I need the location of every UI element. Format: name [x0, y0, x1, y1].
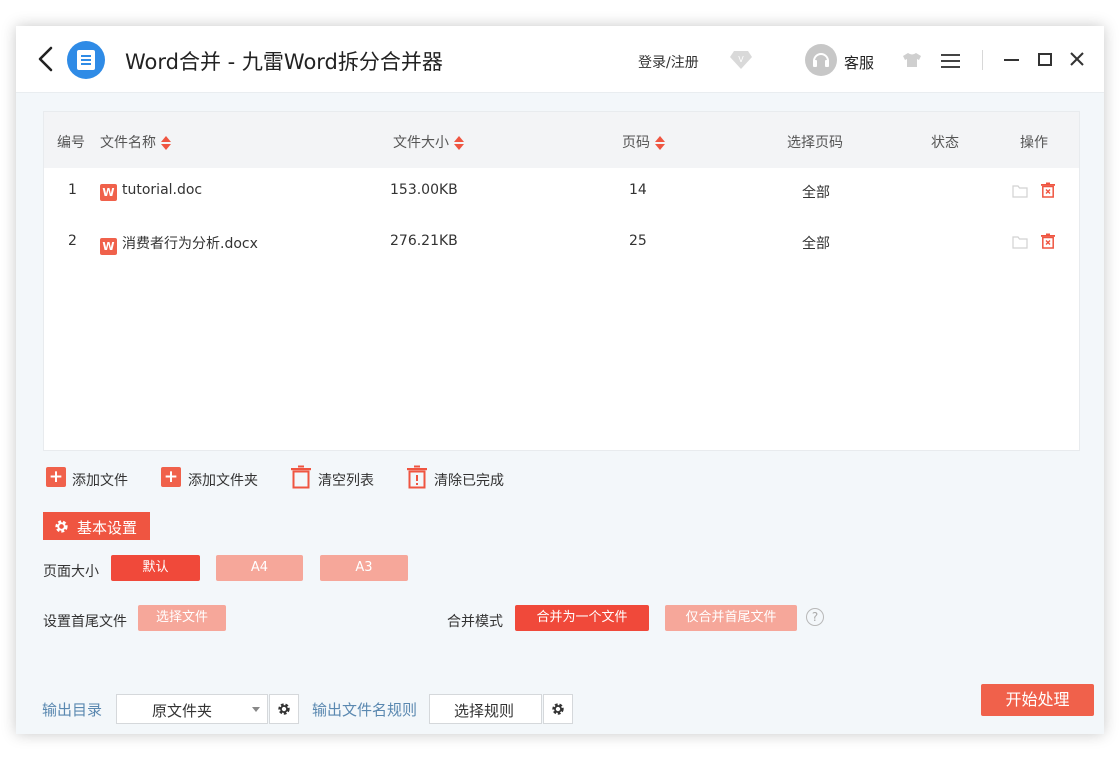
help-icon[interactable]: ? [806, 608, 824, 626]
add-file-label: 添加文件 [72, 473, 128, 489]
header-actions: 操作 [1020, 135, 1048, 151]
choose-rule-label: 选择规则 [454, 702, 515, 720]
title-bar: Word合并 - 九雷Word拆分合并器 登录/注册 V 客服 [16, 26, 1104, 93]
trash-icon [1041, 182, 1055, 198]
start-processing-button[interactable]: 开始处理 [981, 684, 1094, 716]
header-select-pages: 选择页码 [787, 135, 843, 151]
output-dir-value: 原文件夹 [152, 702, 213, 720]
delete-row-button[interactable] [1040, 182, 1056, 202]
delete-row-button[interactable] [1040, 233, 1056, 253]
clear-list-button[interactable]: 清空列表 [290, 465, 400, 491]
merge-head-tail-only-button[interactable]: 仅合并首尾文件 [665, 605, 797, 631]
choose-file-button[interactable]: 选择文件 [138, 605, 226, 631]
row-pages: 25 [629, 233, 647, 249]
gear-icon [55, 520, 68, 533]
menu-icon[interactable] [941, 53, 961, 69]
header-pages[interactable]: 页码 [622, 132, 666, 152]
row-select-pages[interactable]: 全部 [802, 233, 830, 253]
row-size: 276.21KB [390, 233, 458, 249]
header-size[interactable]: 文件大小 [393, 132, 465, 152]
clear-done-label: 清除已完成 [434, 473, 504, 489]
add-folder-label: 添加文件夹 [188, 473, 258, 489]
row-index: 1 [68, 182, 77, 198]
maximize-icon [1038, 53, 1052, 66]
merge-mode-label: 合并模式 [447, 614, 503, 630]
word-file-icon: W [100, 238, 117, 255]
file-table: 编号 文件名称 文件大小 页码 选择页码 状态 操作 1 Wtutorial.d… [43, 111, 1080, 451]
header-pages-label: 页码 [622, 135, 650, 151]
titlebar-divider [982, 50, 983, 70]
head-tail-file-label: 设置首尾文件 [43, 614, 127, 630]
plus-icon: + [161, 467, 181, 487]
maximize-button[interactable] [1034, 48, 1056, 70]
trash-icon [407, 465, 427, 489]
add-file-button[interactable]: + 添加文件 [46, 465, 146, 491]
table-header: 编号 文件名称 文件大小 页码 选择页码 状态 操作 [44, 112, 1079, 168]
app-logo-icon [67, 41, 105, 79]
basic-settings-label: 基本设置 [77, 519, 138, 537]
row-size: 153.00KB [390, 182, 458, 198]
folder-icon [1012, 236, 1028, 249]
close-button[interactable] [1066, 48, 1088, 70]
file-name: 消费者行为分析.docx [122, 236, 258, 252]
vip-diamond-icon[interactable]: V [729, 50, 753, 74]
name-rule-settings-button[interactable] [543, 694, 573, 724]
login-link[interactable]: 登录/注册 [638, 52, 699, 72]
output-name-rule-label: 输出文件名规则 [312, 701, 418, 719]
row-index: 2 [68, 233, 77, 249]
merge-into-one-button[interactable]: 合并为一个文件 [515, 605, 649, 631]
clear-done-button[interactable]: 清除已完成 [406, 465, 526, 491]
table-row[interactable]: 1 Wtutorial.doc 153.00KB 14 全部 [44, 168, 1079, 218]
gear-icon [552, 703, 564, 715]
trash-icon [1041, 233, 1055, 249]
output-dir-dropdown[interactable]: 原文件夹 [116, 694, 268, 724]
choose-rule-button[interactable]: 选择规则 [429, 694, 542, 724]
sort-icon[interactable] [160, 135, 172, 151]
page-size-a3-button[interactable]: A3 [320, 555, 408, 581]
word-file-icon: W [100, 184, 117, 201]
close-icon [1070, 52, 1084, 66]
table-row[interactable]: 2 W 消费者行为分析.docx 276.21KB 25 全部 [44, 219, 1079, 269]
header-name-label: 文件名称 [100, 135, 156, 151]
header-size-label: 文件大小 [393, 135, 449, 151]
row-name: Wtutorial.doc [100, 182, 202, 201]
sort-icon[interactable] [453, 135, 465, 151]
row-select-pages[interactable]: 全部 [802, 182, 830, 202]
page-size-a4-button[interactable]: A4 [216, 555, 303, 581]
service-avatar-icon[interactable] [805, 44, 837, 76]
output-dir-settings-button[interactable] [269, 694, 299, 724]
gear-icon [278, 703, 290, 715]
service-label[interactable]: 客服 [844, 52, 874, 73]
open-folder-button[interactable] [1012, 234, 1028, 253]
file-name: tutorial.doc [122, 182, 203, 198]
minimize-icon [1004, 59, 1019, 61]
page-size-label: 页面大小 [43, 564, 99, 580]
clear-list-label: 清空列表 [318, 473, 374, 489]
minimize-button[interactable] [1001, 48, 1023, 70]
window-title: Word合并 - 九雷Word拆分合并器 [125, 50, 443, 74]
folder-icon [1012, 185, 1028, 198]
sort-icon[interactable] [654, 135, 666, 151]
caret-down-icon [252, 707, 260, 712]
row-pages: 14 [629, 182, 647, 198]
header-status: 状态 [931, 135, 959, 151]
add-folder-button[interactable]: + 添加文件夹 [161, 465, 281, 491]
header-index: 编号 [57, 135, 85, 151]
trash-icon [291, 465, 311, 489]
back-button[interactable] [34, 42, 58, 76]
back-icon [38, 46, 53, 72]
plus-icon: + [46, 467, 66, 487]
page-size-default-button[interactable]: 默认 [111, 555, 200, 581]
basic-settings-tab[interactable]: 基本设置 [43, 512, 150, 540]
row-name: W 消费者行为分析.docx [100, 233, 258, 255]
svg-text:V: V [738, 55, 744, 64]
app-window: Word合并 - 九雷Word拆分合并器 登录/注册 V 客服 编号 文件名称 … [16, 26, 1104, 734]
header-name[interactable]: 文件名称 [100, 132, 172, 152]
output-dir-label: 输出目录 [42, 701, 103, 719]
skin-shirt-icon[interactable] [902, 52, 922, 72]
open-folder-button[interactable] [1012, 183, 1028, 202]
